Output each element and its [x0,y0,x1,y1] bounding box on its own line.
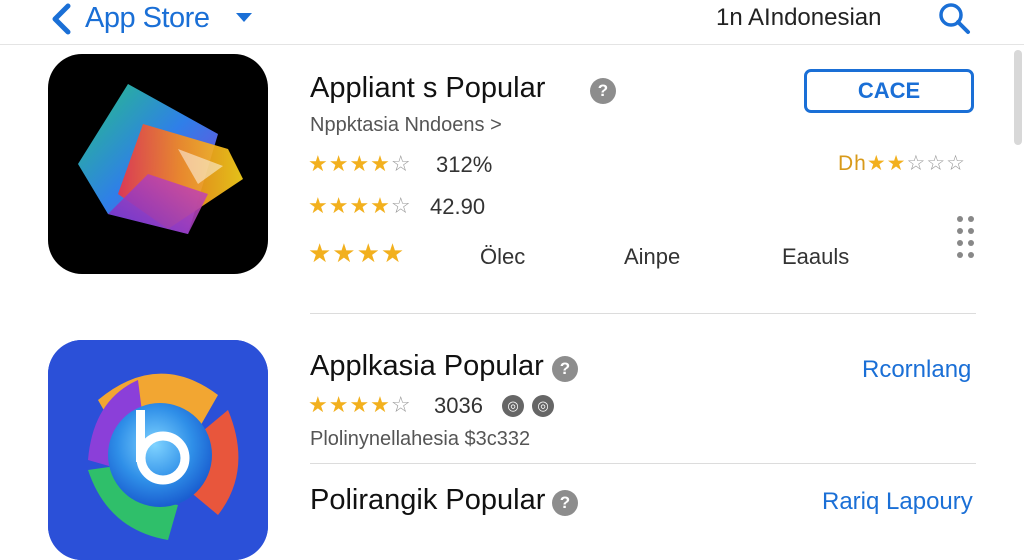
divider [310,463,976,464]
app-title[interactable]: Appliant s Popular [310,72,545,105]
category-link[interactable]: Rcornlang [862,356,971,384]
info-icon[interactable]: ? [552,356,578,382]
meta-label: Eaauls [782,244,850,269]
app-icon-prism[interactable] [48,54,268,274]
rating-stars: ★★★★☆ [308,392,412,417]
app-icon-orb[interactable] [48,340,268,560]
meta-label: Ölec [480,244,526,269]
app-subtitle[interactable]: Plolinynellahesia $3c332 [310,428,530,451]
chevron-down-icon[interactable] [236,13,252,22]
scrollbar[interactable] [1014,50,1022,145]
store-title[interactable]: App Store [85,2,210,35]
side-rating: Dh★★☆☆☆ [838,152,966,175]
app-subtitle[interactable]: Nppktasia Nndoens > [310,114,502,137]
get-button[interactable]: CACE [804,69,974,113]
app-title[interactable]: Applkasia Popular [310,350,544,383]
chevron-left-icon[interactable] [48,2,74,36]
info-icon[interactable]: ? [590,78,616,104]
rating-value: 42.90 [430,194,486,219]
badge-icon: ◎ [532,395,554,417]
more-options-icon[interactable] [954,214,980,262]
rating-stars: ★★★★☆ [308,151,412,176]
rating-value: 312% [436,152,493,177]
search-icon[interactable] [936,0,972,36]
region-label[interactable]: 1n AIndonesian [716,4,881,32]
app-title[interactable]: Polirangik Popular [310,484,545,517]
info-icon[interactable]: ? [552,490,578,516]
badge-icon: ◎ [502,395,524,417]
rating-value: 3036 [434,393,483,418]
rating-stars: ★★★★☆ [308,193,412,218]
meta-label: Ainpe [624,244,681,269]
divider [310,313,976,314]
top-bar: App Store 1n AIndonesian [0,0,1024,45]
rating-stars: ★★★★ [308,238,406,268]
